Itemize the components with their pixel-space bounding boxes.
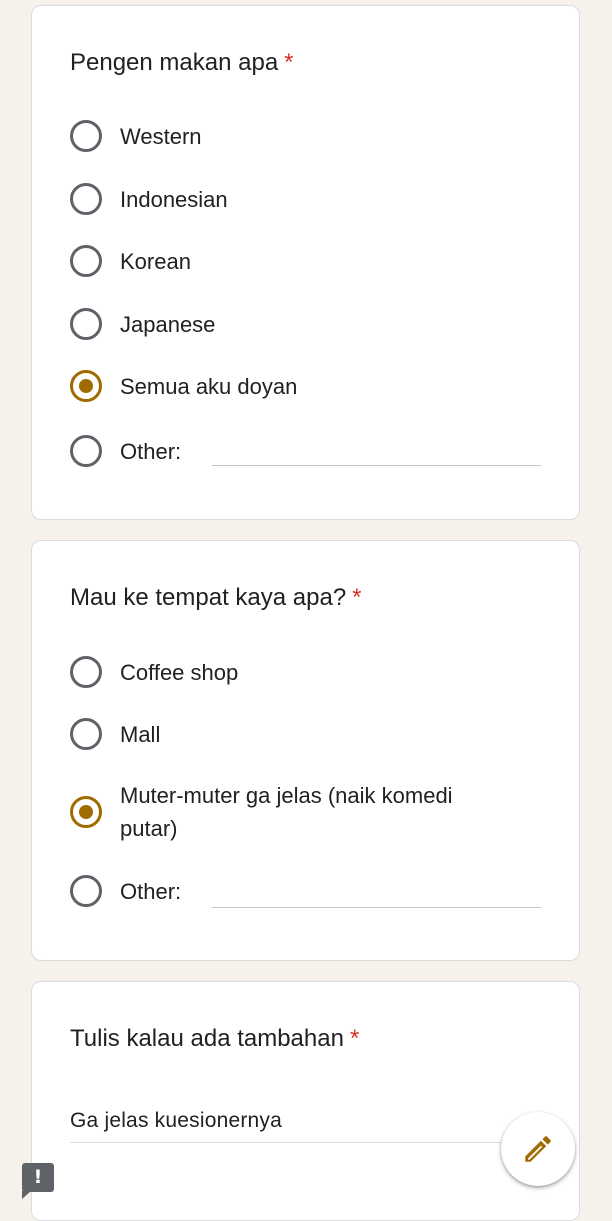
option-label: Other: — [120, 439, 182, 464]
option-label: Semua aku doyan — [120, 374, 298, 399]
question-title: Tulis kalau ada tambahan * — [70, 1025, 360, 1052]
answer-underline — [70, 1142, 541, 1143]
radio-option-other[interactable]: Other: — [70, 875, 541, 908]
required-asterisk: * — [352, 584, 362, 611]
required-asterisk: * — [284, 49, 294, 76]
option-label: Muter-muter ga jelas (naik komedi putar) — [120, 783, 453, 841]
radio-option-mall[interactable]: Mall — [70, 718, 541, 751]
radio-unchecked-icon[interactable] — [70, 875, 102, 907]
radio-unchecked-icon[interactable] — [70, 245, 102, 277]
question-card-food: Pengen makan apa * Western Indonesian Kor… — [31, 5, 580, 520]
answer-text-input[interactable]: Ga jelas kuesionernya — [70, 1106, 282, 1136]
radio-option-indonesian[interactable]: Indonesian — [70, 183, 541, 216]
other-text-input[interactable] — [212, 465, 541, 466]
report-button[interactable]: ! — [22, 1163, 54, 1199]
radio-option-korean[interactable]: Korean — [70, 245, 541, 278]
option-label: Indonesian — [120, 187, 228, 212]
question-card-place: Mau ke tempat kaya apa? * Coffee shop Mal… — [31, 540, 580, 961]
radio-unchecked-icon[interactable] — [70, 718, 102, 750]
option-label: Mall — [120, 722, 161, 747]
edit-fab-button[interactable] — [501, 1112, 575, 1186]
required-asterisk: * — [349, 1025, 360, 1052]
radio-unchecked-icon[interactable] — [70, 308, 102, 340]
radio-unchecked-icon[interactable] — [70, 435, 102, 467]
option-label: Coffee shop — [120, 660, 239, 685]
radio-option-other[interactable]: Other: — [70, 435, 541, 468]
radio-option-semua-aku-doyan[interactable]: Semua aku doyan — [70, 370, 541, 403]
radio-unchecked-icon[interactable] — [70, 656, 102, 688]
other-text-input[interactable] — [212, 907, 541, 908]
radio-option-western[interactable]: Western — [70, 120, 541, 153]
pencil-icon — [525, 1136, 551, 1162]
option-label: Japanese — [120, 312, 216, 337]
exclamation-icon: ! — [33, 1166, 43, 1188]
radio-unchecked-icon[interactable] — [70, 120, 102, 152]
question-title: Mau ke tempat kaya apa? * — [70, 584, 362, 611]
radio-checked-icon[interactable] — [70, 796, 102, 828]
radio-option-japanese[interactable]: Japanese — [70, 308, 541, 341]
question-title: Pengen makan apa * — [70, 49, 294, 76]
option-label: Other: — [120, 879, 182, 904]
radio-option-muter-muter[interactable]: Muter-muter ga jelas (naik komedi putar) — [70, 779, 541, 845]
radio-checked-icon[interactable] — [70, 370, 102, 402]
question-card-additional: Tulis kalau ada tambahan * Ga jelas kuesi… — [31, 981, 580, 1221]
radio-option-coffee-shop[interactable]: Coffee shop — [70, 656, 541, 689]
option-label: Korean — [120, 249, 191, 274]
option-label: Western — [120, 124, 202, 149]
radio-unchecked-icon[interactable] — [70, 183, 102, 215]
